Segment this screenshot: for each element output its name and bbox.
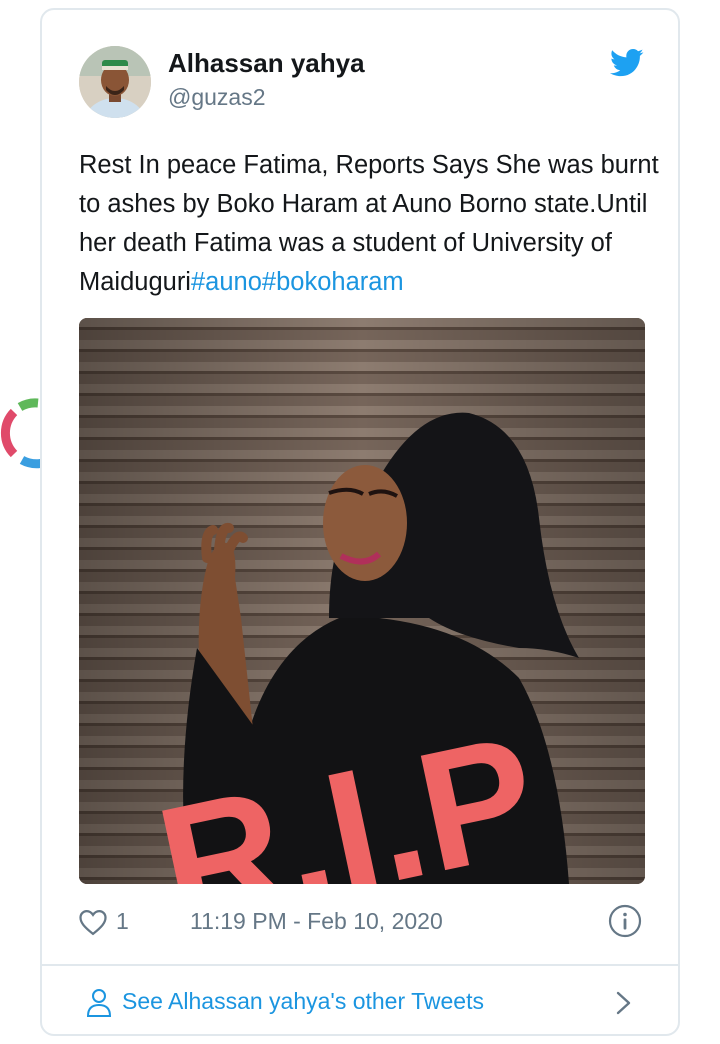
tweet-photo[interactable]: R.I.P xyxy=(79,318,645,884)
see-other-tweets-link[interactable]: See Alhassan yahya's other Tweets xyxy=(42,966,678,1034)
tweet-text: Rest In peace Fatima, Reports Says She w… xyxy=(79,146,659,302)
tweet-meta-row: 1 11:19 PM - Feb 10, 2020 xyxy=(78,904,648,940)
hashtag-link[interactable]: #auno xyxy=(191,268,262,296)
heart-icon[interactable] xyxy=(78,908,108,936)
author-name[interactable]: Alhassan yahya xyxy=(168,48,365,79)
like-count[interactable]: 1 xyxy=(116,908,129,935)
embedded-tweet-card[interactable]: Alhassan yahya @guzas2 Rest In peace Fat… xyxy=(40,8,680,1036)
avatar[interactable] xyxy=(79,46,151,118)
photo-image: R.I.P xyxy=(79,318,645,884)
avatar-photo xyxy=(79,46,151,118)
hashtag-link[interactable]: #bokoharam xyxy=(262,268,404,296)
tweet-timestamp[interactable]: 11:19 PM - Feb 10, 2020 xyxy=(190,908,443,935)
info-icon[interactable] xyxy=(608,904,642,938)
chevron-right-icon[interactable] xyxy=(614,990,634,1016)
user-icon xyxy=(86,989,112,1017)
author-handle[interactable]: @guzas2 xyxy=(168,84,266,111)
see-other-tweets-label[interactable]: See Alhassan yahya's other Tweets xyxy=(122,988,484,1015)
twitter-bird-icon[interactable] xyxy=(610,48,644,78)
